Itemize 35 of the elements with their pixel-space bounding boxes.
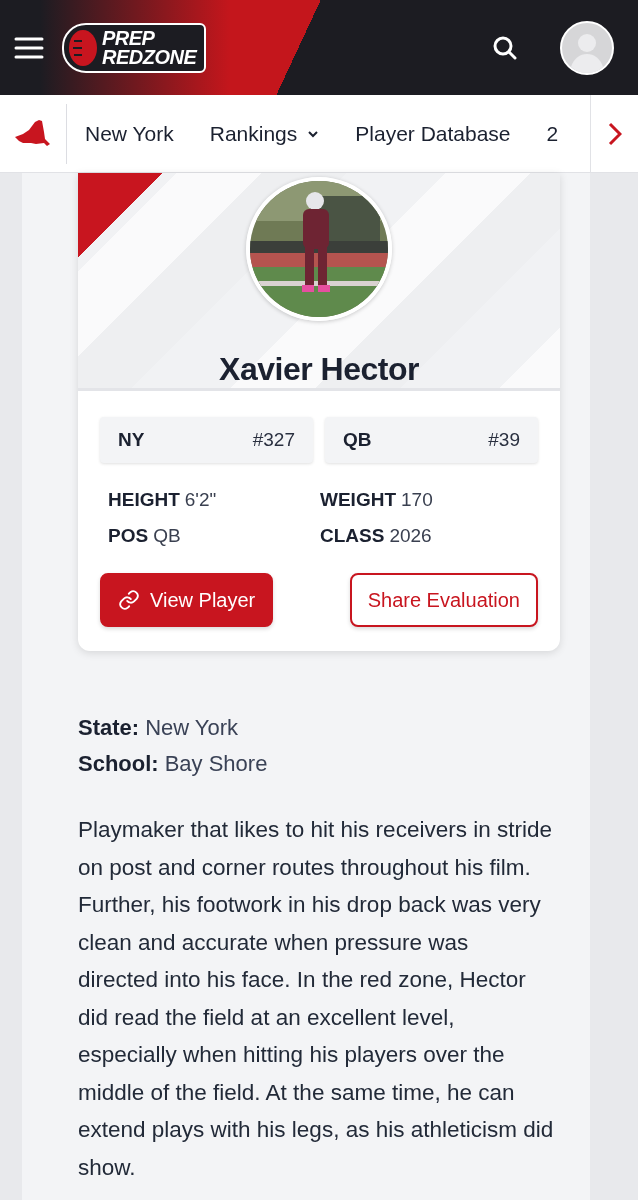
detail-label: State: [78,715,140,741]
stat-label: HEIGHT [108,489,180,511]
nav-link[interactable]: Player Database [337,121,529,146]
link-icon [118,589,140,611]
rank-label: NY [118,429,145,451]
player-name: Xavier Hector [219,351,419,388]
avatar-icon[interactable] [560,20,614,75]
menu-icon[interactable] [14,36,44,59]
nav-link[interactable]: 2 [528,121,577,146]
rank-label: QB [343,429,372,451]
state-map-icon[interactable] [13,118,53,149]
logo-text: PREP [102,28,156,48]
chevron-right-icon [607,121,622,146]
stat-value: 6'2" [184,489,217,511]
nav-link[interactable]: New York [67,121,192,146]
detail-label: School: [78,751,159,777]
detail-value: New York [145,715,239,741]
caret-icon [307,129,320,138]
stat-value: 170 [401,489,433,511]
rank-number: #39 [488,429,520,451]
view-player-button[interactable]: View Player [100,573,274,627]
evaluation-text: Playmaker that likes to hit his receivers in stride on post and corner routes throughout his film. Further, his footwork in his drop back was very clean and accurate when pressure was directed into his face. In the red zone, Hector did read the field at an excellent level, especially when hitting his players over the middle of the field. At the same time, he can extend plays with his legs, as his athleticism did show. [78,816,554,1182]
nav-link[interactable]: Rankings [191,121,338,146]
football-icon [68,28,98,67]
share-button[interactable]: Share Evaluation [349,573,538,627]
stat-value: QB [153,525,181,547]
stat-value: 2026 [389,525,432,547]
rank-number: #327 [252,429,295,451]
logo-text: REDZONE [102,47,197,67]
stat-label: CLASS [320,525,385,547]
search-icon[interactable] [492,34,518,61]
logo[interactable]: PREP REDZONE [62,22,207,73]
stat-label: POS [108,525,149,547]
detail-value: Bay Shore [164,751,268,777]
stat-label: WEIGHT [320,489,396,511]
